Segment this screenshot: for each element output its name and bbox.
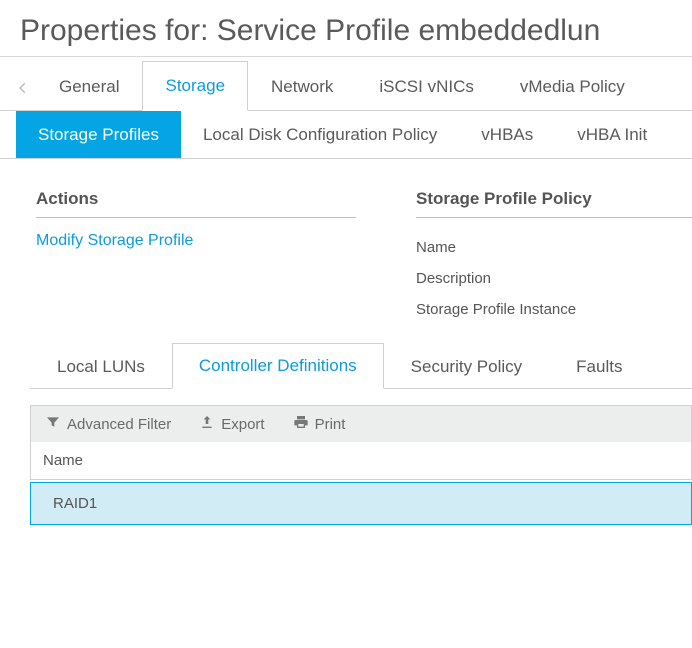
subtab-vhbas[interactable]: vHBAs [459,111,555,158]
page-title: Properties for: Service Profile embedded… [0,0,692,57]
policy-panel: Storage Profile Policy Name : Descriptio… [416,181,692,325]
export-label: Export [221,416,264,433]
policy-label-name: Name [416,239,456,256]
ltab-faults[interactable]: Faults [549,344,649,389]
ltab-local-luns[interactable]: Local LUNs [30,344,172,389]
policy-row-description: Description : [416,263,692,294]
filter-icon [45,414,61,434]
tab-iscsi-vnics[interactable]: iSCSI vNICs [356,62,496,111]
lower-tabs: Local LUNs Controller Definitions Securi… [30,343,692,389]
actions-panel: Actions Modify Storage Profile [36,181,356,325]
policy-label-description: Description [416,270,491,287]
policy-label-instance: Storage Profile Instance [416,301,576,318]
table-toolbar: Advanced Filter Export Print [30,405,692,442]
table-row[interactable]: RAID1 [30,482,692,525]
tab-vmedia-policy[interactable]: vMedia Policy [497,62,648,111]
table-column-header[interactable]: Name [30,442,692,480]
policy-row-instance: Storage Profile Instance : [416,294,692,325]
policy-heading: Storage Profile Policy [416,181,692,218]
modify-storage-profile-link[interactable]: Modify Storage Profile [36,232,356,250]
ltab-security-policy[interactable]: Security Policy [384,344,549,389]
advanced-filter-button[interactable]: Advanced Filter [45,414,171,434]
tab-network[interactable]: Network [248,62,356,111]
print-icon [293,414,309,434]
chevron-left-icon[interactable] [10,66,36,110]
tab-general[interactable]: General [36,62,142,111]
actions-heading: Actions [36,181,356,218]
subtab-storage-profiles[interactable]: Storage Profiles [16,111,181,158]
subtab-local-disk-config[interactable]: Local Disk Configuration Policy [181,111,459,158]
policy-row-name: Name : [416,232,692,263]
print-label: Print [315,416,346,433]
advanced-filter-label: Advanced Filter [67,416,171,433]
upload-icon [199,414,215,434]
main-tabs: General Storage Network iSCSI vNICs vMed… [0,57,692,111]
tab-storage[interactable]: Storage [142,61,248,111]
export-button[interactable]: Export [199,414,264,434]
subtab-vhba-init[interactable]: vHBA Init [555,111,669,158]
print-button[interactable]: Print [293,414,346,434]
ltab-controller-definitions[interactable]: Controller Definitions [172,343,384,389]
storage-subtabs: Storage Profiles Local Disk Configuratio… [0,111,692,159]
